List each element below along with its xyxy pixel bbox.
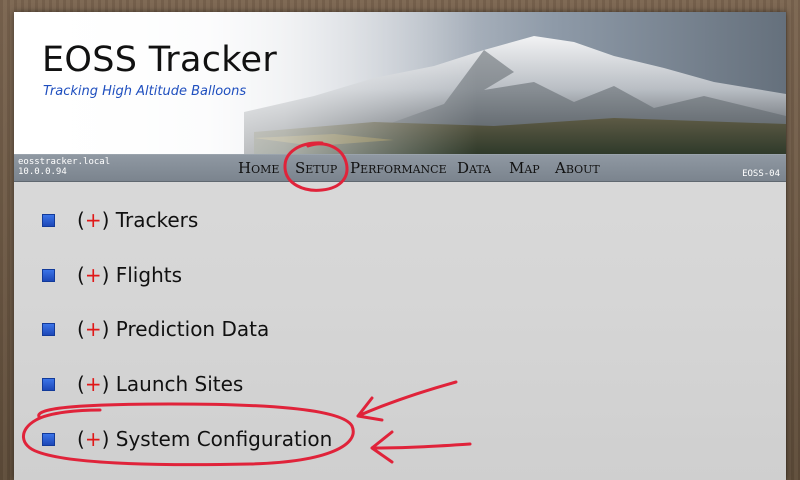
toggle-open-paren: ( [77,208,85,232]
expand-toggle[interactable]: + [85,208,102,232]
expand-toggle[interactable]: + [85,372,102,396]
nav-bar: eosstracker.local 10.0.0.94 Home Setup P… [14,154,786,182]
nav-about[interactable]: About [555,159,600,177]
host-info: eosstracker.local 10.0.0.94 [18,157,110,177]
expand-toggle[interactable]: + [85,263,102,287]
header-banner: EOSS Tracker Tracking High Altitude Ball… [14,12,786,154]
section-system-configuration[interactable]: (+) System Configuration [42,424,332,454]
nav-performance[interactable]: Performance [350,159,447,177]
section-label: Trackers [115,208,199,232]
toggle-open-paren: ( [77,372,85,396]
bullet-icon [42,322,55,336]
toggle-close-paren: ) [101,317,110,341]
expand-toggle[interactable]: + [85,427,102,451]
hostname-text: eosstracker.local [18,157,111,167]
bullet-icon [42,377,55,391]
section-label: Flights [115,263,182,287]
expand-toggle[interactable]: + [85,317,102,341]
toggle-close-paren: ) [101,263,110,287]
ip-address-text: 10.0.0.94 [18,167,67,177]
nav-data[interactable]: Data [457,159,491,177]
section-label: Prediction Data [115,317,270,341]
bullet-icon [42,432,55,446]
mountain-image [14,12,786,154]
section-label: System Configuration [115,427,333,451]
app-title: EOSS Tracker [42,40,278,80]
toggle-close-paren: ) [101,372,110,396]
section-label: Launch Sites [115,372,244,396]
nav-map[interactable]: Map [509,159,540,177]
section-prediction-data[interactable]: (+) Prediction Data [42,314,269,344]
section-launch-sites[interactable]: (+) Launch Sites [42,369,243,399]
toggle-close-paren: ) [101,208,110,232]
nav-setup[interactable]: Setup [295,159,337,177]
version-text: EOSS-04 [742,169,780,179]
toggle-open-paren: ( [77,317,85,341]
section-trackers[interactable]: (+) Trackers [42,205,198,235]
app-subtitle: Tracking High Altitude Balloons [43,84,247,99]
nav-home[interactable]: Home [238,159,279,177]
toggle-open-paren: ( [77,427,85,451]
section-flights[interactable]: (+) Flights [42,260,182,290]
bullet-icon [42,213,55,227]
toggle-open-paren: ( [77,263,85,287]
bullet-icon [42,268,55,282]
page-panel: EOSS Tracker Tracking High Altitude Ball… [14,12,786,480]
toggle-close-paren: ) [101,427,110,451]
